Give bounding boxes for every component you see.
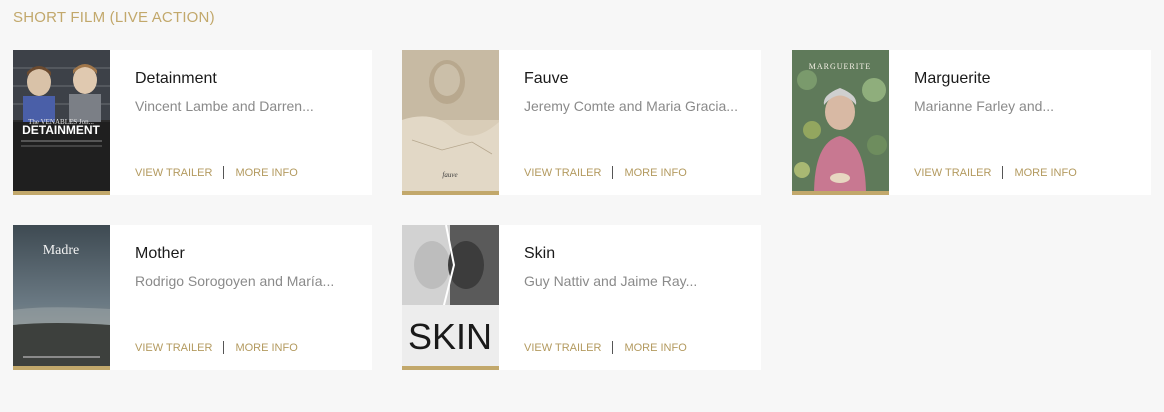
- more-info-link[interactable]: MORE INFO: [235, 342, 297, 354]
- film-nominees: Guy Nattiv and Jaime Ray...: [524, 273, 698, 289]
- film-card-marguerite: MARGUERITE Marguerite Marianne Farley an…: [792, 50, 1151, 195]
- poster-mother-title: Madre: [43, 243, 80, 258]
- more-info-link[interactable]: MORE INFO: [624, 342, 686, 354]
- link-separator: [223, 341, 225, 354]
- film-links: VIEW TRAILER MORE INFO: [524, 166, 687, 179]
- film-title: Skin: [524, 245, 556, 262]
- film-info: Mother Rodrigo Sorogoyen and María... VI…: [110, 225, 372, 370]
- film-title: Mother: [135, 245, 185, 262]
- film-card-skin: SKIN Skin Guy Nattiv and Jaime Ray... VI…: [402, 225, 761, 370]
- film-info: Detainment Vincent Lambe and Darren... V…: [110, 50, 372, 195]
- view-trailer-link[interactable]: VIEW TRAILER: [524, 342, 601, 354]
- view-trailer-link[interactable]: VIEW TRAILER: [524, 167, 601, 179]
- film-title: Fauve: [524, 70, 569, 87]
- film-links: VIEW TRAILER MORE INFO: [135, 166, 298, 179]
- film-info: Fauve Jeremy Comte and Maria Gracia... V…: [499, 50, 761, 195]
- view-trailer-link[interactable]: VIEW TRAILER: [135, 342, 212, 354]
- link-separator: [223, 166, 225, 179]
- film-links: VIEW TRAILER MORE INFO: [524, 341, 687, 354]
- view-trailer-link[interactable]: VIEW TRAILER: [914, 167, 991, 179]
- poster-fauve[interactable]: fauve: [402, 50, 499, 195]
- poster-skin[interactable]: SKIN: [402, 225, 499, 370]
- film-nominees: Jeremy Comte and Maria Gracia...: [524, 98, 738, 114]
- poster-mother[interactable]: Madre: [13, 225, 110, 370]
- film-card-detainment: The VENABLES Jon... DETAINMENT Detainmen…: [13, 50, 372, 195]
- film-info: Skin Guy Nattiv and Jaime Ray... VIEW TR…: [499, 225, 761, 370]
- film-nominees: Rodrigo Sorogoyen and María...: [135, 273, 335, 289]
- film-nominees: Vincent Lambe and Darren...: [135, 98, 314, 114]
- poster-marguerite[interactable]: MARGUERITE: [792, 50, 889, 195]
- poster-marguerite-title: MARGUERITE: [809, 62, 871, 71]
- film-title: Detainment: [135, 70, 217, 87]
- film-nominees: Marianne Farley and...: [914, 98, 1055, 114]
- film-info: Marguerite Marianne Farley and... VIEW T…: [889, 50, 1151, 195]
- link-separator: [612, 341, 614, 354]
- category-title: SHORT FILM (LIVE ACTION): [13, 9, 215, 26]
- film-links: VIEW TRAILER MORE INFO: [914, 166, 1077, 179]
- view-trailer-link[interactable]: VIEW TRAILER: [135, 167, 212, 179]
- film-links: VIEW TRAILER MORE INFO: [135, 341, 298, 354]
- more-info-link[interactable]: MORE INFO: [235, 167, 297, 179]
- more-info-link[interactable]: MORE INFO: [624, 167, 686, 179]
- film-title: Marguerite: [914, 70, 991, 87]
- poster-skin-title: SKIN: [408, 316, 492, 357]
- link-separator: [1002, 166, 1004, 179]
- more-info-link[interactable]: MORE INFO: [1014, 167, 1076, 179]
- film-card-fauve: fauve Fauve Jeremy Comte and Maria Graci…: [402, 50, 761, 195]
- link-separator: [612, 166, 614, 179]
- poster-detainment[interactable]: The VENABLES Jon... DETAINMENT: [13, 50, 110, 195]
- film-card-mother: Madre Mother Rodrigo Sorogoyen and María…: [13, 225, 372, 370]
- poster-detainment-title: DETAINMENT: [22, 123, 100, 137]
- poster-fauve-title: fauve: [442, 171, 457, 179]
